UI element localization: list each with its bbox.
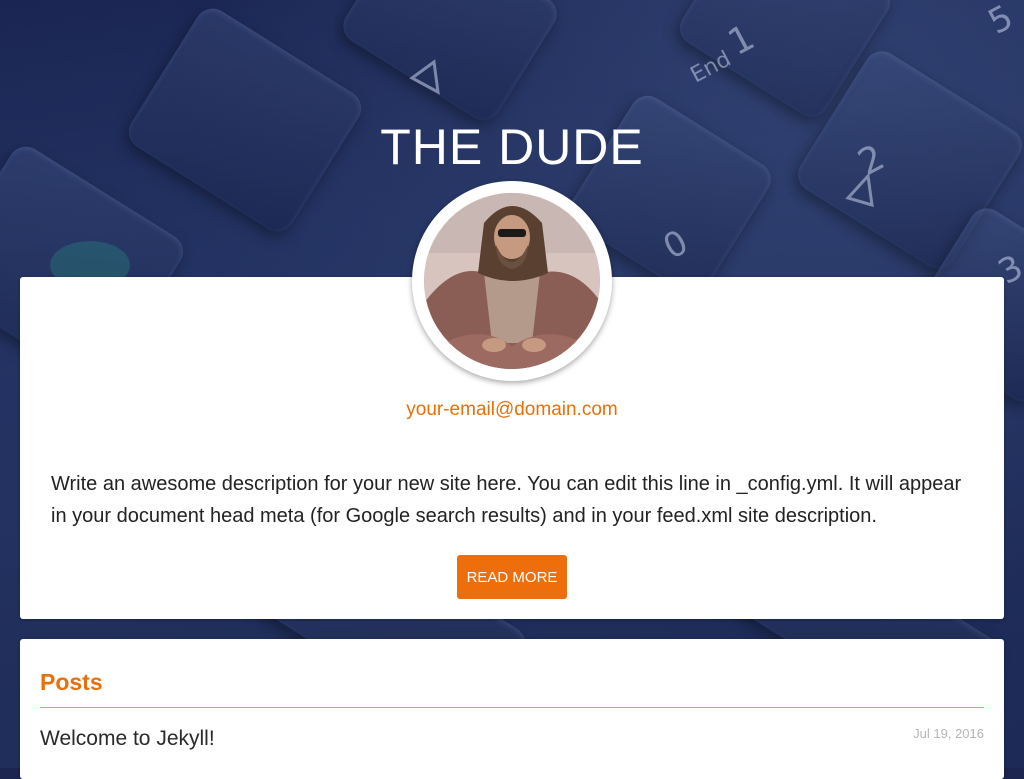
arrow-down-glyph bbox=[845, 172, 874, 208]
email-link[interactable]: your-email@domain.com bbox=[20, 399, 1004, 421]
posts-divider bbox=[40, 707, 984, 708]
avatar-photo bbox=[424, 193, 600, 369]
post-date: Jul 19, 2016 bbox=[913, 726, 984, 741]
site-description: Write an awesome description for your ne… bbox=[51, 473, 962, 527]
read-more-button[interactable]: READ MORE bbox=[457, 555, 567, 599]
avatar-frame bbox=[412, 181, 612, 381]
site-title[interactable]: THE DUDE bbox=[0, 118, 1024, 176]
avatar bbox=[424, 193, 600, 369]
posts-heading: Posts bbox=[40, 669, 103, 695]
posts-card: Posts Welcome to Jekyll! Jul 19, 2016 bbox=[20, 639, 1004, 779]
post-title-link[interactable]: Welcome to Jekyll! bbox=[40, 727, 215, 751]
arrow-left-glyph bbox=[409, 59, 440, 95]
